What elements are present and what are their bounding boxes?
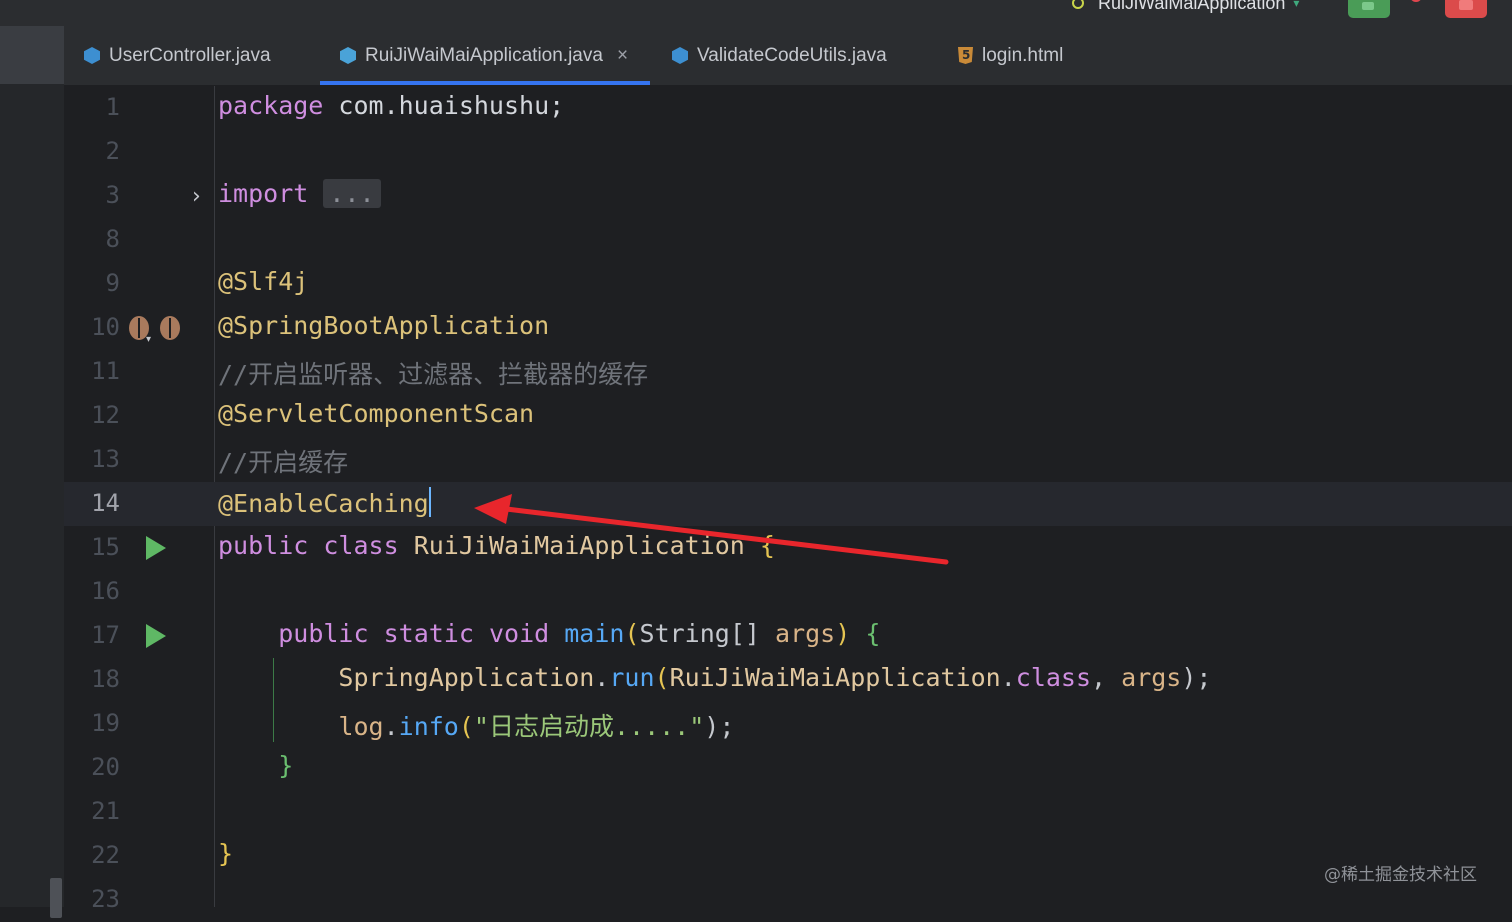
line-number: 22 — [91, 841, 120, 869]
line-number: 14 — [91, 489, 120, 517]
stop-button[interactable] — [1445, 0, 1487, 18]
code-line: 11 //开启监听器、过滤器、拦截器的缓存 — [64, 350, 1512, 394]
code-text[interactable]: package com.huaishushu; — [218, 91, 564, 120]
spring-boot-config-icon — [1072, 0, 1084, 9]
code-line: 21 — [64, 790, 1512, 834]
code-line: 12 @ServletComponentScan — [64, 394, 1512, 438]
code-line: 15 public class RuiJiWaiMaiApplication { — [64, 526, 1512, 570]
project-tool-button[interactable] — [0, 26, 64, 84]
line-number: 17 — [91, 621, 120, 649]
line-number: 11 — [91, 357, 120, 385]
line-number: 3 — [105, 181, 120, 209]
chevron-right-icon[interactable]: › — [192, 184, 201, 209]
code-line: 13 //开启缓存 — [64, 438, 1512, 482]
editor-tab-bar: UserController.java RuiJiWaiMaiApplicati… — [64, 26, 1512, 86]
code-comment[interactable]: //开启缓存 — [218, 443, 348, 479]
code-line: 10 ▾ @SpringBootApplication — [64, 306, 1512, 350]
code-line: 22 } — [64, 834, 1512, 878]
run-configuration-selector[interactable]: RuiJiWaiMaiApplication ▾ — [1072, 0, 1299, 14]
code-text[interactable]: import ... — [218, 179, 381, 208]
run-gutter-icon[interactable] — [146, 624, 166, 648]
folded-imports[interactable]: ... — [323, 179, 381, 208]
ide-window: RuiJiWaiMaiApplication ▾ UserController.… — [0, 0, 1512, 918]
run-gutter-icon[interactable] — [146, 536, 166, 560]
line-number: 21 — [91, 797, 120, 825]
line-number: 9 — [105, 269, 120, 297]
code-text[interactable]: @SpringBootApplication — [218, 311, 549, 340]
code-line: 9 @Slf4j — [64, 262, 1512, 306]
line-number: 13 — [91, 445, 120, 473]
tab-label: UserController.java — [109, 44, 271, 66]
chevron-down-icon: ▾ — [1293, 0, 1300, 10]
code-line: 17 public static void main(String[] args… — [64, 614, 1512, 658]
code-line: 2 — [64, 130, 1512, 174]
tab-login-html[interactable]: 5 login.html — [958, 26, 1063, 85]
code-line: 18 SpringApplication.run(RuiJiWaiMaiAppl… — [64, 658, 1512, 702]
java-class-icon — [672, 47, 688, 64]
chevron-down-icon: ▾ — [146, 334, 152, 345]
code-line: 23 — [64, 878, 1512, 922]
run-button[interactable] — [1348, 0, 1390, 18]
watermark-text: @稀土掘金技术社区 — [1324, 865, 1477, 885]
line-number: 16 — [91, 577, 120, 605]
code-line: 3 › import ... — [64, 174, 1512, 218]
code-text[interactable]: @Slf4j — [218, 267, 308, 296]
tab-label: RuiJiWaiMaiApplication.java — [365, 44, 603, 66]
line-number: 19 — [91, 709, 120, 737]
run-configuration-label: RuiJiWaiMaiApplication — [1098, 0, 1286, 13]
line-number: 10 — [91, 313, 120, 341]
line-number: 8 — [105, 225, 120, 253]
line-number: 15 — [91, 533, 120, 561]
line-number: 18 — [91, 665, 120, 693]
spring-bean-icon[interactable] — [160, 316, 180, 340]
spring-boot-class-icon — [340, 47, 356, 64]
line-number: 1 — [105, 93, 120, 121]
debug-button[interactable] — [1400, 0, 1430, 18]
line-number: 12 — [91, 401, 120, 429]
tab-label: login.html — [982, 44, 1064, 66]
code-text[interactable]: log.info("日志启动成....."); — [218, 707, 734, 743]
code-text[interactable]: } — [218, 751, 293, 780]
tab-label: ValidateCodeUtils.java — [697, 44, 887, 66]
tab-user-controller[interactable]: UserController.java — [84, 26, 271, 85]
code-text[interactable]: public class RuiJiWaiMaiApplication { — [218, 531, 775, 560]
code-line: 1 package com.huaishushu; — [64, 86, 1512, 130]
tab-ruiji-waimai-application[interactable]: RuiJiWaiMaiApplication.java × — [319, 26, 651, 85]
code-line: 8 — [64, 218, 1512, 262]
line-number: 23 — [91, 885, 120, 913]
code-line-current: 14 @EnableCaching — [64, 482, 1512, 526]
line-number: 2 — [105, 137, 120, 165]
close-icon[interactable]: × — [617, 45, 628, 67]
code-text[interactable]: } — [218, 839, 233, 868]
line-number: 20 — [91, 753, 120, 781]
left-scroll-thumb[interactable] — [50, 878, 62, 918]
code-line: 20 } — [64, 746, 1512, 790]
code-text[interactable]: public static void main(String[] args) { — [218, 619, 880, 648]
top-toolbar: RuiJiWaiMaiApplication ▾ — [0, 0, 1512, 26]
code-text[interactable]: @EnableCaching — [218, 487, 431, 518]
code-line: 19 log.info("日志启动成....."); — [64, 702, 1512, 746]
left-tool-strip — [0, 26, 65, 918]
code-editor[interactable]: 1 package com.huaishushu; 2 3 › import .… — [64, 86, 1512, 913]
code-text[interactable]: SpringApplication.run(RuiJiWaiMaiApplica… — [218, 663, 1211, 692]
java-class-icon — [84, 47, 100, 64]
code-text[interactable]: @ServletComponentScan — [218, 399, 534, 428]
tab-validate-code-utils[interactable]: ValidateCodeUtils.java — [672, 26, 887, 85]
indent-guide — [273, 658, 274, 742]
code-comment[interactable]: //开启监听器、过滤器、拦截器的缓存 — [218, 355, 648, 391]
text-caret — [428, 487, 431, 517]
code-line: 16 — [64, 570, 1512, 614]
html-file-icon: 5 — [958, 47, 973, 64]
